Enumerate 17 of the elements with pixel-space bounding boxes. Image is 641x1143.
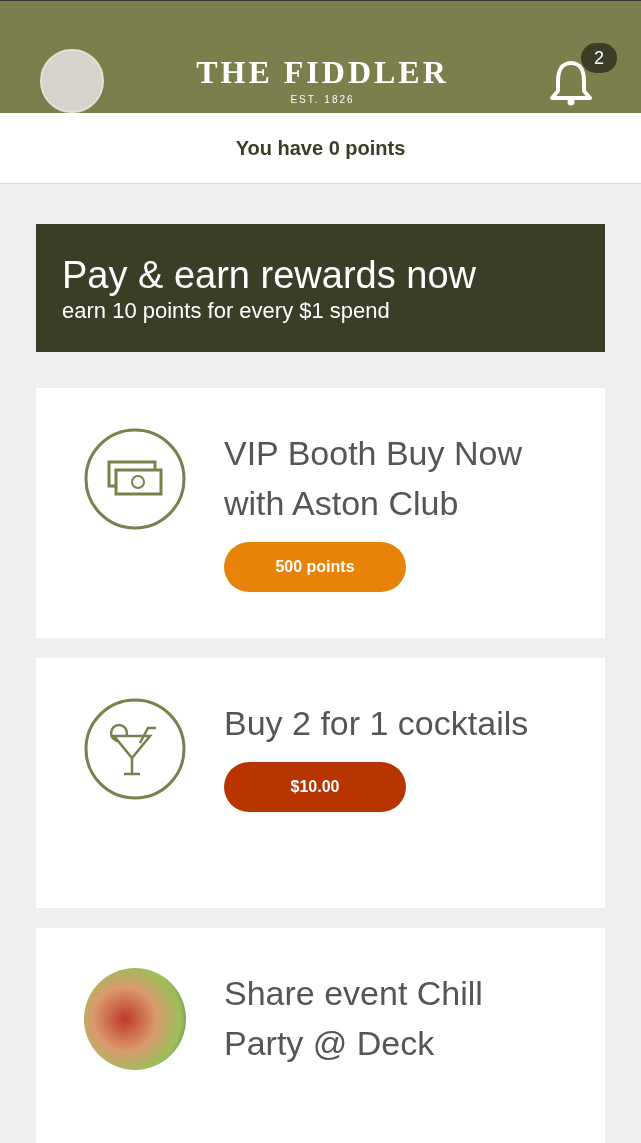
offer-card[interactable]: Buy 2 for 1 cocktails $10.00 [36,658,605,908]
points-text: You have 0 points [235,136,406,161]
offer-title: Share event Chill Party @ Deck [224,973,484,1064]
offer-title: VIP Booth Buy Now with Aston Club [224,433,523,524]
offer-card[interactable]: Share event Chill Party @ Deck [36,928,605,1143]
offer-price-button[interactable]: $10.00 [224,762,406,812]
notification-badge: 2 [581,43,617,73]
bell-icon[interactable] [549,59,593,107]
offer-card[interactable]: VIP Booth Buy Now with Aston Club 500 points [36,388,605,638]
cocktail-icon [84,698,186,800]
offer-title: Buy 2 for 1 cocktails [224,703,530,744]
rewards-banner[interactable]: Pay & earn rewards now earn 10 points for every $1 spend [36,224,605,352]
established-text: EST. 1826 [290,92,355,107]
banner-title: Pay & earn rewards now [62,253,477,298]
cash-icon [84,428,186,530]
brand-logo-text: THE FIDDLER [196,55,449,88]
banner-subtitle: earn 10 points for every $1 spend [62,298,391,324]
